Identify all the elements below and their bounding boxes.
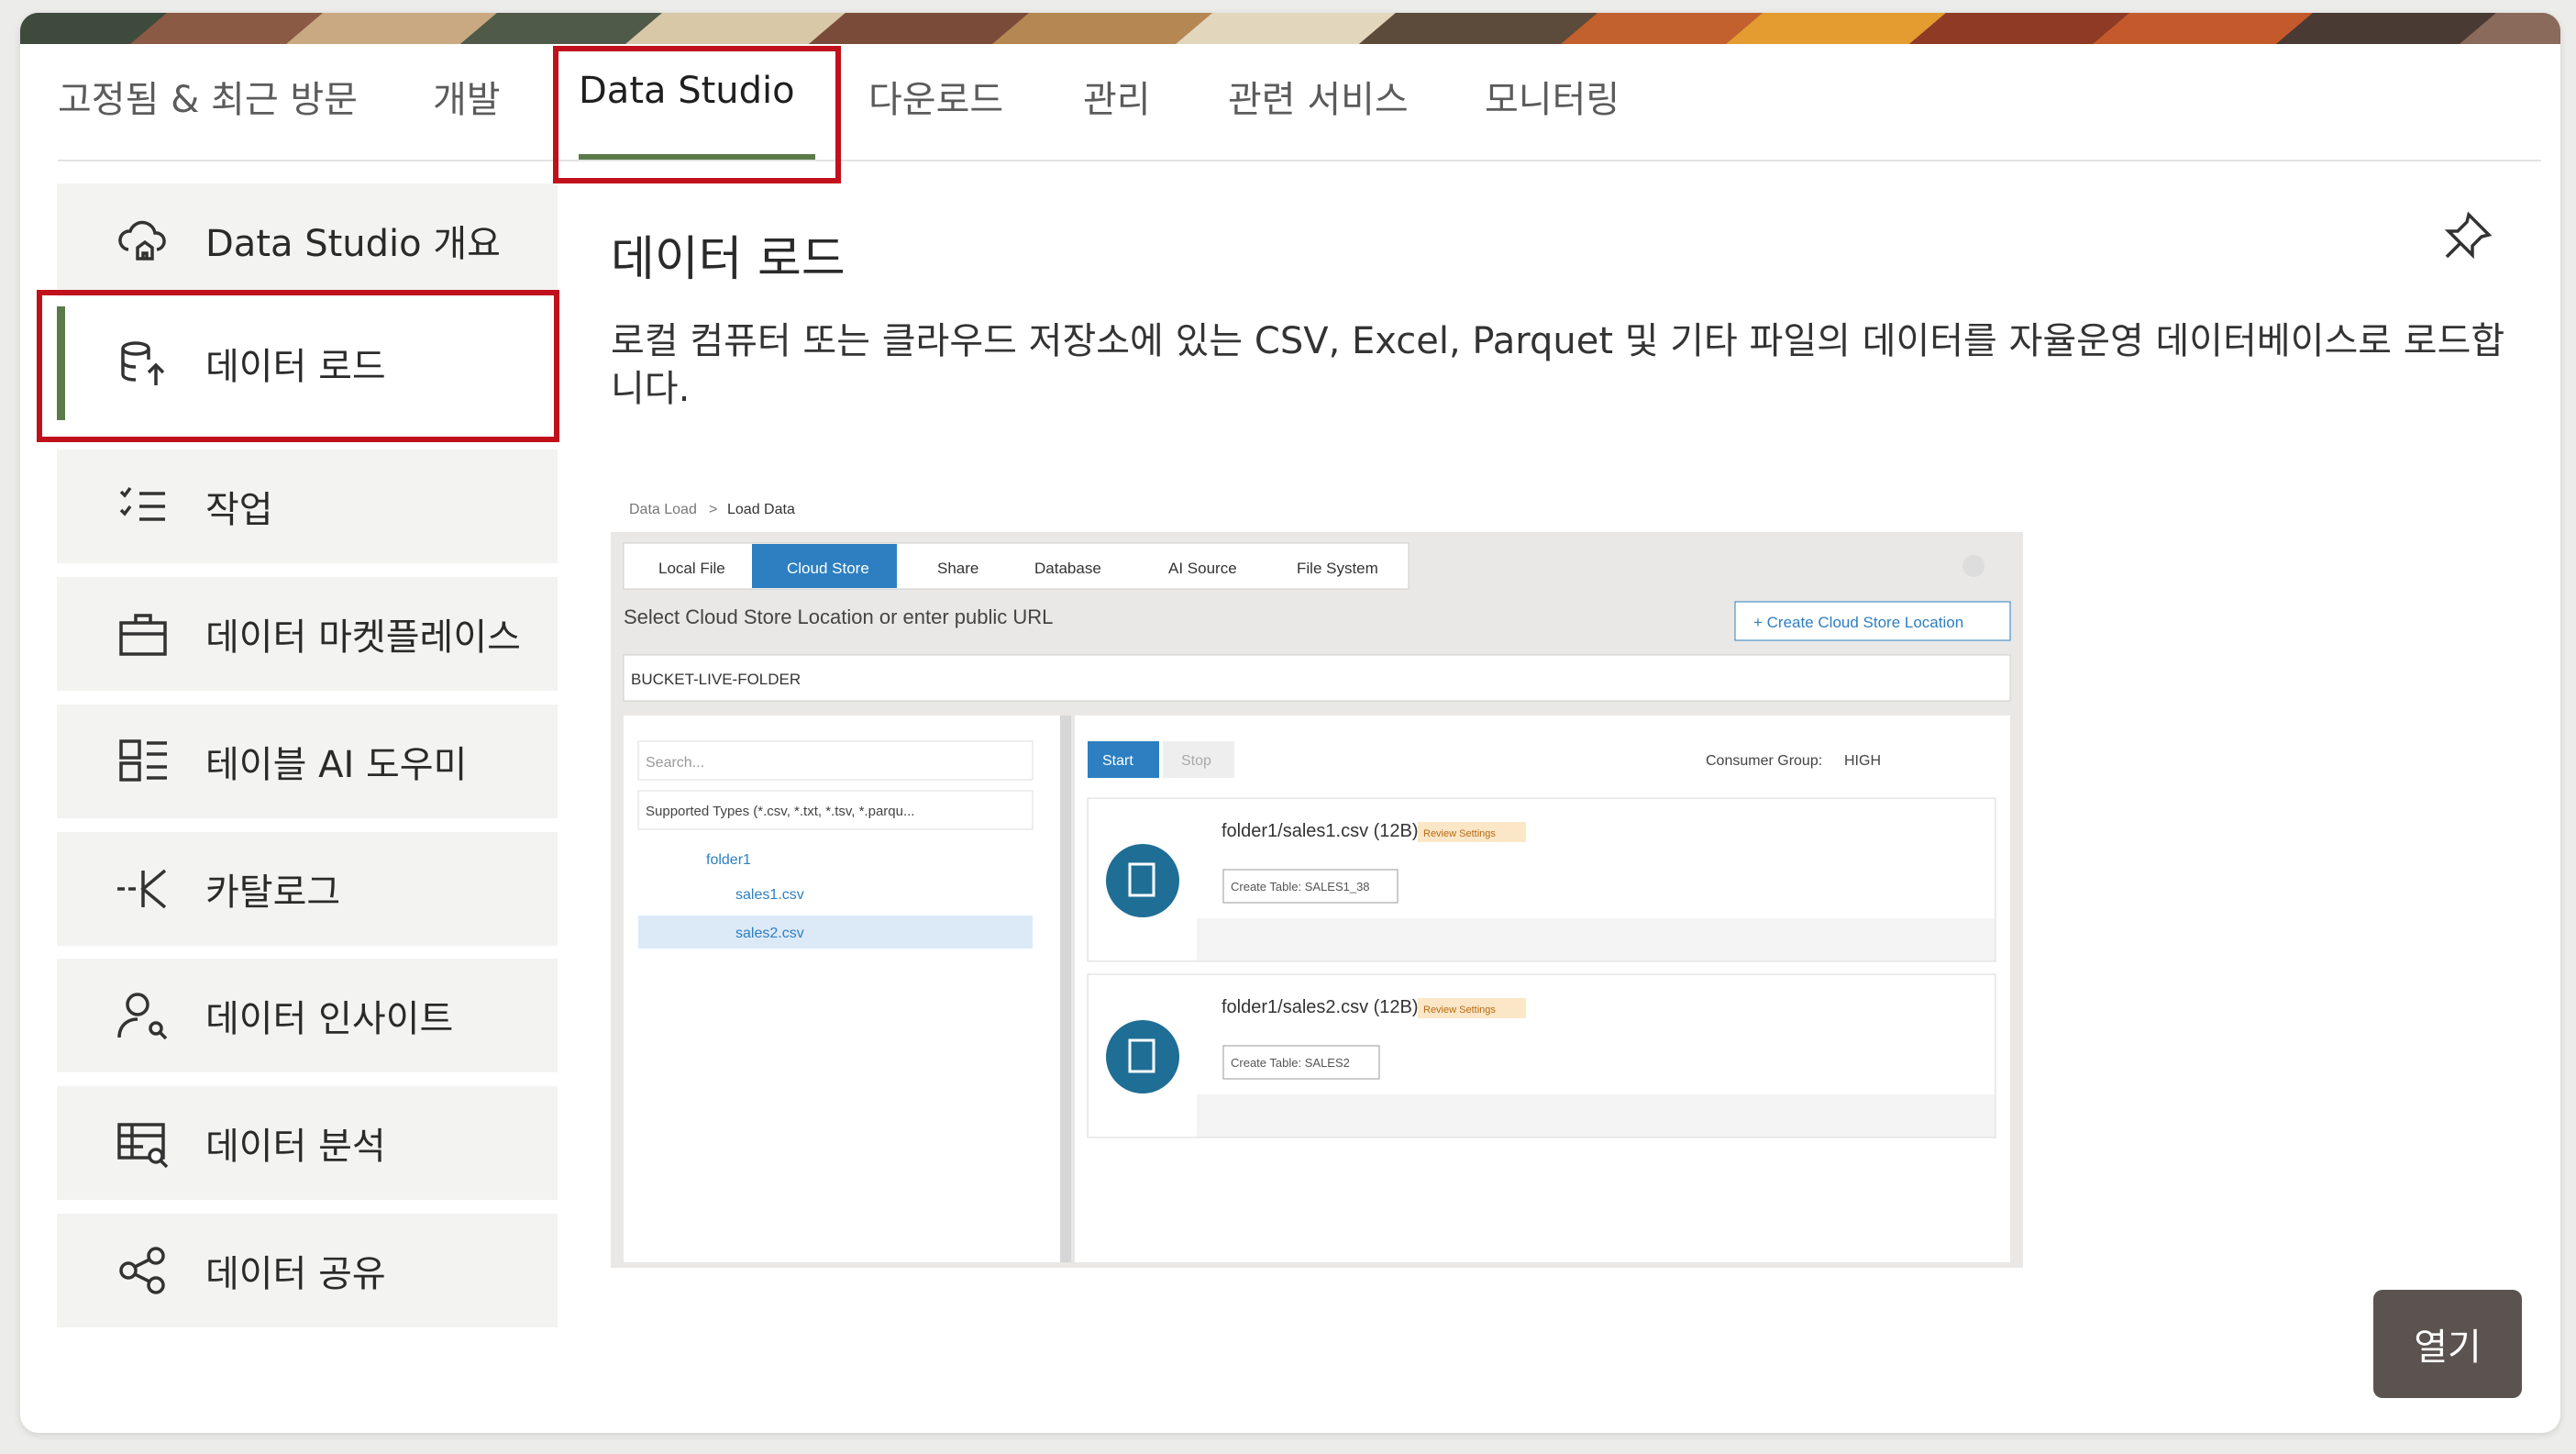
tab-highlight-box [553,46,841,183]
tab-administration[interactable]: 관리 [1083,70,1151,123]
preview-card-2-action-label: Create Table: SALES2 [1231,1056,1350,1070]
preview-bucket-select [623,654,2011,702]
preview-source-tabs [623,542,1410,590]
preview-card-1-badge-label: Review Settings [1423,828,1496,839]
content-title: 데이터 로드 [611,232,846,287]
preview-card-1-action-label: Create Table: SALES1_38 [1231,880,1370,893]
preview-prompt: Select Cloud Store Location or enter pub… [624,605,1053,628]
sidebar-item-catalog[interactable]: 카탈로그 [57,832,558,946]
tab-pinned-recent[interactable]: 고정됨 & 최근 방문 [58,70,358,123]
preview-tab-local-file: Local File [658,560,725,577]
sidebar-item-label: Data Studio 개요 [205,223,501,265]
sidebar-item-label: 데이터 인사이트 [205,998,454,1040]
sidebar-item-label: 카탈로그 [205,871,341,914]
sidebar-item-label: 데이터 공유 [205,1253,386,1295]
sidebar-highlight-box [37,290,559,442]
preview-breadcrumb-current: Load Data [727,502,795,517]
tab-monitoring[interactable]: 모니터링 [1485,70,1620,123]
sidebar-item-data-analysis[interactable]: 데이터 분석 [57,1086,558,1200]
preview-tree-file-2: sales2.csv [735,926,804,941]
preview-file-icon-1 [1106,844,1179,917]
preview-settings-icon [1962,555,1985,577]
sidebar-item-label: 데이터 분석 [205,1126,386,1168]
preview-start-label: Start [1102,753,1133,769]
load-data-preview: Data Load > Load Data Local File Cloud S… [611,502,2023,1268]
sidebar-item-data-studio-overview[interactable]: Data Studio 개요 [57,183,558,297]
sidebar-item-label: 데이터 마켓플레이스 [205,616,521,659]
preview-create-button-label: + Create Cloud Store Location [1753,614,1963,631]
preview-breadcrumb-separator: > [709,502,717,517]
preview-tree-file-1: sales1.csv [735,887,804,903]
preview-breadcrumb-root: Data Load [629,502,697,517]
catalog-icon [114,860,172,918]
preview-tab-ai-source: AI Source [1168,560,1237,577]
preview-search-placeholder: Search... [646,755,704,771]
preview-supported-types-label: Supported Types (*.csv, *.txt, *.tsv, *.… [646,804,914,819]
preview-card-1-file: folder1/sales1.csv (12B) [1222,821,1419,841]
preview-card-2-file: folder1/sales2.csv (12B) [1222,997,1419,1017]
cloud-home-icon [114,211,172,270]
content-description: 로컬 컴퓨터 또는 클라우드 저장소에 있는 CSV, Excel, Parqu… [611,320,2505,410]
table-search-icon [114,1114,172,1172]
preview-consumer-group-value: HIGH [1844,753,1881,769]
decorative-banner [20,13,2560,44]
sidebar-item-jobs[interactable]: 작업 [57,450,558,563]
sidebar-item-label: 작업 [205,489,273,531]
preview-stop-label: Stop [1181,753,1211,769]
pin-icon[interactable] [2441,209,2494,262]
launchpad-card: 고정됨 & 최근 방문 개발 Data Studio 다운로드 관리 관련 서비… [20,13,2560,1433]
share-icon [114,1241,172,1300]
preview-tab-share: Share [937,560,978,577]
preview-tab-file-system: File System [1297,560,1378,577]
tab-development[interactable]: 개발 [433,70,501,123]
sidebar-item-data-share[interactable]: 데이터 공유 [57,1214,558,1327]
sidebar-item-data-insights[interactable]: 데이터 인사이트 [57,959,558,1072]
preview-tree-folder: folder1 [706,852,751,868]
sidebar-item-label: 테이블 AI 도우미 [205,744,468,786]
briefcase-icon [114,605,172,663]
preview-splitter [1060,716,1071,1262]
sidebar-item-data-marketplace[interactable]: 데이터 마켓플레이스 [57,577,558,691]
preview-card-2-badge-label: Review Settings [1423,1004,1496,1016]
preview-tree-selected-row [638,916,1033,949]
preview-tab-database: Database [1034,560,1101,577]
person-search-icon [114,986,172,1045]
preview-bucket-value: BUCKET-LIVE-FOLDER [631,671,801,688]
task-list-icon [114,477,172,536]
preview-consumer-group-label: Consumer Group: [1706,753,1822,769]
sidebar-item-table-ai-assistant[interactable]: 테이블 AI 도우미 [57,705,558,818]
open-button[interactable]: 열기 [2373,1290,2522,1398]
preview-tab-cloud-store-label: Cloud Store [787,560,869,577]
tab-downloads[interactable]: 다운로드 [868,70,1003,123]
tab-related-services[interactable]: 관련 서비스 [1228,70,1409,123]
preview-file-icon-2 [1106,1020,1179,1093]
table-assistant-icon [114,732,172,791]
tab-divider [58,160,2541,161]
